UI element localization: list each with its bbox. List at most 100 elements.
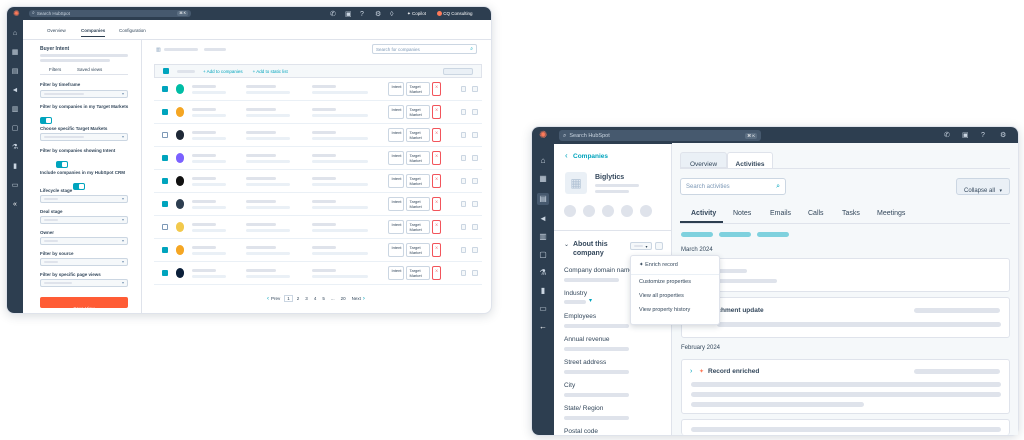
showing-intent-toggle[interactable] [56, 161, 69, 168]
filter-chip[interactable] [719, 232, 751, 237]
target-markets-select[interactable]: ▾ [40, 133, 128, 141]
company-name-cell[interactable] [192, 222, 227, 232]
x-tag[interactable]: X [432, 197, 441, 211]
marketplace-icon[interactable]: ▣ [962, 132, 969, 139]
activity-tab-emails[interactable]: Emails [770, 210, 791, 217]
task-action-button[interactable] [621, 205, 633, 217]
activity-tab-notes[interactable]: Notes [733, 210, 751, 217]
row-checkbox[interactable] [162, 247, 168, 253]
company-name-cell[interactable] [192, 199, 227, 209]
about-section-title[interactable]: About this company [573, 240, 623, 258]
automation-icon[interactable]: ⚗ [539, 269, 546, 277]
row-action-button[interactable] [460, 109, 467, 115]
row-checkbox[interactable] [162, 270, 168, 276]
enrichment-update-card[interactable]: ...chment update [681, 297, 1010, 338]
prev-chevron-icon[interactable]: ‹ [267, 296, 269, 302]
company-name-cell[interactable] [192, 176, 227, 186]
owner-select[interactable]: ▾ [40, 237, 128, 245]
x-tag[interactable]: X [432, 220, 441, 234]
row-checkbox[interactable] [162, 132, 168, 138]
content-icon[interactable]: ▥ [539, 233, 547, 241]
crm-icon[interactable]: ▤ [537, 193, 549, 205]
row-action-button[interactable] [472, 247, 479, 253]
filter-chip[interactable] [681, 232, 713, 237]
collapse-icon[interactable]: « [13, 201, 17, 208]
row-checkbox[interactable] [162, 224, 168, 230]
about-chevron-icon[interactable]: ⌄ [564, 241, 569, 248]
select-all-checkbox[interactable] [163, 68, 169, 74]
tab-overview[interactable]: Overview [47, 28, 66, 33]
x-tag[interactable]: X [432, 266, 441, 280]
call-action-button[interactable] [602, 205, 614, 217]
tab-activities[interactable]: Activities [727, 152, 773, 168]
include-crm-toggle[interactable] [72, 183, 85, 190]
page-1-button[interactable]: 1 [284, 295, 293, 302]
commerce-icon[interactable]: ▢ [12, 125, 19, 132]
row-action-button[interactable] [472, 132, 479, 138]
company-name-cell[interactable] [192, 268, 227, 278]
table-row[interactable]: Intent Target Market X [154, 262, 482, 285]
activity-tab-tasks[interactable]: Tasks [842, 210, 860, 217]
timeframe-select[interactable]: ▾ [40, 90, 128, 98]
table-row[interactable]: Intent Target Market X [154, 124, 482, 147]
page-4-button[interactable]: 4 [314, 296, 317, 301]
row-checkbox[interactable] [162, 178, 168, 184]
account-menu[interactable]: CQ Consulting [437, 11, 473, 17]
tab-configuration[interactable]: Configuration [119, 28, 146, 33]
table-row[interactable]: Intent Target Market X [154, 193, 482, 216]
row-action-button[interactable] [460, 270, 467, 276]
tab-companies[interactable]: Companies [81, 28, 106, 37]
commerce-icon[interactable]: ▢ [539, 251, 547, 259]
row-action-button[interactable] [472, 178, 479, 184]
source-select[interactable]: ▾ [40, 258, 128, 266]
table-row[interactable]: Intent Target Market X [154, 216, 482, 239]
row-action-button[interactable] [460, 155, 467, 161]
lifecycle-select[interactable]: ▾ [40, 195, 128, 203]
record-enriched-card[interactable]: › ✦ Record enriched [681, 359, 1010, 414]
marketing-icon[interactable]: ◄ [12, 87, 19, 94]
filter-chip[interactable] [757, 232, 789, 237]
collapse-icon[interactable]: ← [539, 323, 547, 331]
hubspot-logo-icon[interactable]: ✺ [13, 10, 20, 18]
x-tag[interactable]: X [432, 105, 441, 119]
save-view-button[interactable]: Save View [40, 297, 128, 311]
hubspot-logo-icon[interactable]: ✺ [539, 130, 547, 141]
row-action-button[interactable] [472, 109, 479, 115]
menu-item-customize-properties[interactable]: Customize properties [631, 275, 719, 289]
company-search-input[interactable]: Search for companies ⌕ [372, 44, 477, 54]
row-action-button[interactable] [472, 224, 479, 230]
expand-chevron-icon[interactable]: › [690, 368, 692, 375]
table-row[interactable]: Intent Target Market X [154, 101, 482, 124]
bookmark-icon[interactable]: ⌂ [13, 30, 17, 37]
next-page-button[interactable]: Next [352, 296, 361, 301]
page-views-select[interactable]: ▾ [40, 279, 128, 287]
row-action-button[interactable] [460, 132, 467, 138]
table-row[interactable]: Intent Target Market X [154, 170, 482, 193]
search-activities-input[interactable]: Search activities ⌕ [680, 178, 786, 195]
collapse-all-button[interactable]: Collapse all ▾ [956, 178, 1010, 195]
activity-tab-activity[interactable]: Activity [691, 210, 716, 217]
reporting-icon[interactable]: ▮ [13, 163, 17, 170]
subtab-saved-views[interactable]: Saved views [77, 67, 102, 72]
company-name-cell[interactable] [192, 245, 227, 255]
library-icon[interactable]: ▭ [12, 182, 19, 189]
settings-small-button[interactable] [655, 242, 663, 250]
row-checkbox[interactable] [162, 109, 168, 115]
workspaces-icon[interactable]: ▦ [539, 175, 547, 183]
row-checkbox[interactable] [162, 86, 168, 92]
meeting-action-button[interactable] [640, 205, 652, 217]
activity-tab-calls[interactable]: Calls [808, 210, 824, 217]
row-action-button[interactable] [460, 178, 467, 184]
workspaces-icon[interactable]: ▦ [12, 49, 19, 56]
activity-card[interactable] [681, 419, 1010, 435]
x-tag[interactable]: X [432, 128, 441, 142]
company-name-cell[interactable] [192, 153, 227, 163]
x-tag[interactable]: X [432, 174, 441, 188]
email-action-button[interactable] [583, 205, 595, 217]
table-row[interactable]: Intent Target Market X [154, 239, 482, 262]
page-5-button[interactable]: 5 [322, 296, 325, 301]
table-settings-button[interactable] [443, 67, 473, 75]
library-icon[interactable]: ▭ [539, 305, 547, 313]
marketplace-icon[interactable]: ▣ [345, 11, 352, 18]
menu-item-view-property-history[interactable]: View property history [631, 303, 719, 317]
